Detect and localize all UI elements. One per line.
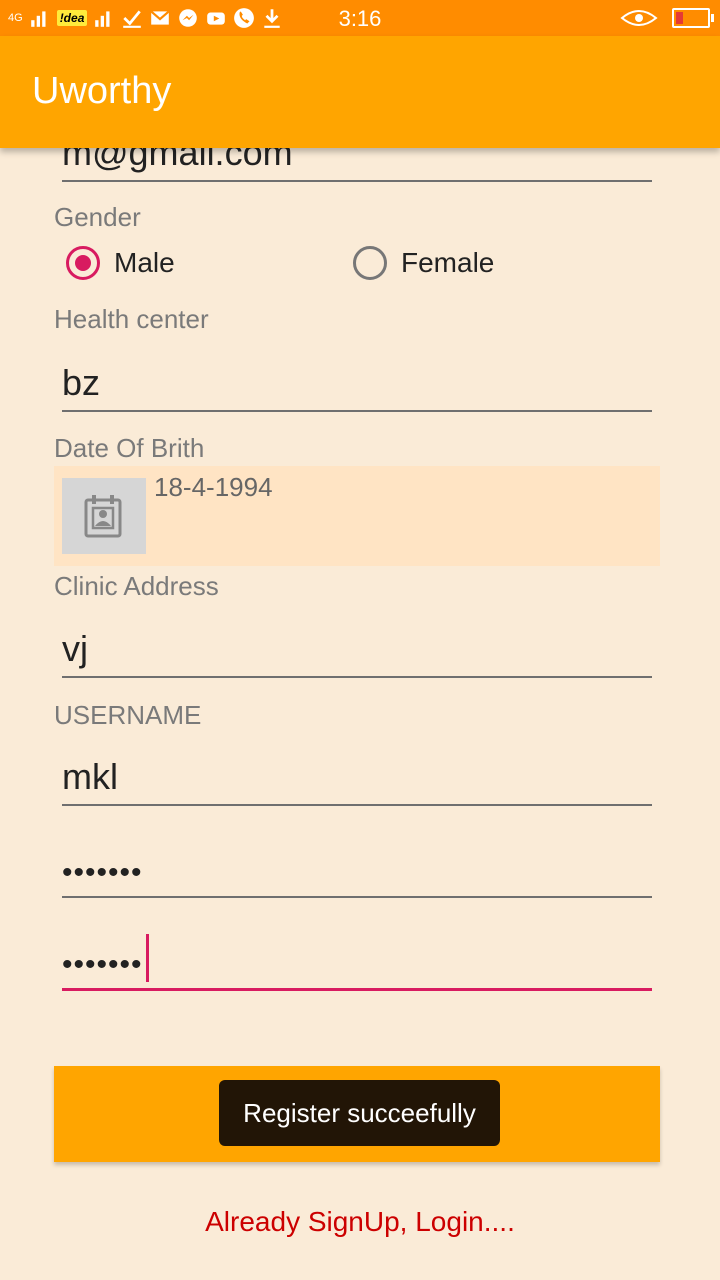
radio-male-label: Male xyxy=(114,247,175,278)
calendar-contact-icon xyxy=(84,495,122,538)
toast-message: Register succeefully xyxy=(219,1080,500,1146)
dob-label: Date Of Brith xyxy=(54,433,205,463)
calendar-button[interactable] xyxy=(62,478,146,554)
app-bar: Uworthy xyxy=(0,36,720,148)
gender-radio-group: Male Female xyxy=(66,246,626,290)
password-field[interactable]: ••••••• xyxy=(62,834,652,898)
password-value: ••••••• xyxy=(62,856,143,889)
radio-female-label: Female xyxy=(401,247,495,278)
clinic-address-field[interactable]: vj xyxy=(62,614,652,678)
health-center-field[interactable]: bz xyxy=(62,348,652,412)
app-title: Uworthy xyxy=(32,70,172,112)
health-center-value: bz xyxy=(62,362,101,403)
confirm-password-value: ••••••• xyxy=(62,948,143,981)
eye-icon xyxy=(620,10,658,26)
email-field[interactable]: m@gmail.com xyxy=(62,148,652,182)
signup-form: m@gmail.com Gender Male Female Health ce… xyxy=(0,148,720,1280)
health-center-label: Health center xyxy=(54,304,209,334)
radio-checked-icon xyxy=(66,246,100,280)
confirm-password-field[interactable]: ••••••• xyxy=(62,926,652,991)
clock: 3:16 xyxy=(338,6,382,31)
status-bar: 4G !dea 3:16 xyxy=(0,0,720,36)
radio-unchecked-icon xyxy=(353,246,387,280)
login-link[interactable]: Already SignUp, Login.... xyxy=(0,1206,720,1238)
gender-label: Gender xyxy=(54,202,141,232)
battery-icon xyxy=(672,8,714,28)
status-icons-right xyxy=(620,5,714,31)
text-cursor xyxy=(146,934,149,982)
clinic-address-label: Clinic Address xyxy=(54,571,219,601)
radio-male[interactable]: Male xyxy=(66,246,175,280)
username-field[interactable]: mkl xyxy=(62,742,652,806)
username-value: mkl xyxy=(62,756,118,797)
dob-value: 18-4-1994 xyxy=(154,472,273,502)
username-label: USERNAME xyxy=(54,700,202,730)
email-value: m@gmail.com xyxy=(62,148,293,173)
dob-picker: 18-4-1994 xyxy=(54,466,660,566)
clinic-address-value: vj xyxy=(62,628,88,669)
radio-female[interactable]: Female xyxy=(353,246,494,280)
